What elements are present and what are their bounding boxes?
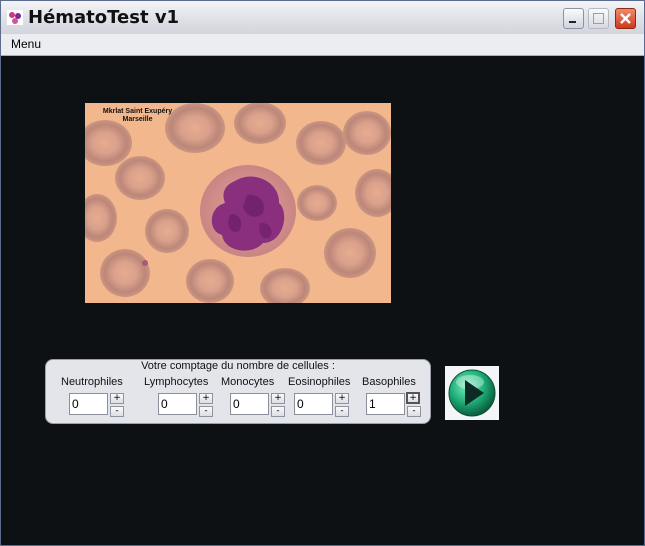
eosinophiles-field[interactable]: 0 (294, 393, 333, 415)
monocytes-minus-button[interactable]: - (271, 406, 285, 417)
basophiles-minus-button[interactable]: - (407, 406, 421, 417)
panel-title: Votre comptage du nombre de cellules : (141, 360, 335, 372)
maximize-button[interactable] (588, 8, 609, 29)
lymphocytes-label: Lymphocytes (144, 376, 209, 388)
play-icon (448, 369, 496, 417)
play-button[interactable] (445, 366, 499, 420)
minimize-icon (569, 21, 576, 23)
basophiles-label: Basophiles (362, 376, 416, 388)
image-watermark: Mkrlat Saint Exupéry Marseille (85, 108, 190, 124)
neutrophiles-field[interactable]: 0 (69, 393, 108, 415)
app-icon (7, 10, 23, 25)
monocytes-plus-button[interactable]: + (271, 393, 285, 404)
cell-count-panel: Votre comptage du nombre de cellules : N… (45, 359, 431, 424)
minimize-button[interactable] (563, 8, 584, 29)
eosinophiles-plus-button[interactable]: + (335, 393, 349, 404)
close-button[interactable] (615, 8, 636, 29)
close-icon (620, 13, 631, 24)
menu-bar: Menu (1, 34, 644, 56)
watermark-line-1: Mkrlat Saint Exupéry (102, 108, 173, 115)
neutrophiles-plus-button[interactable]: + (110, 393, 124, 404)
title-bar[interactable]: HématoTest v1 (1, 1, 644, 35)
neutrophiles-label: Neutrophiles (61, 376, 123, 388)
app-window: HématoTest v1 Menu Mkrlat Saint Exupéry … (0, 0, 645, 546)
basophiles-field[interactable]: 1 (366, 393, 405, 415)
eosinophiles-label: Eosinophiles (288, 376, 351, 388)
monocytes-label: Monocytes (221, 376, 275, 388)
menu-main[interactable]: Menu (11, 37, 41, 51)
monocytes-field[interactable]: 0 (230, 393, 269, 415)
lymphocytes-minus-button[interactable]: - (199, 406, 213, 417)
basophiles-plus-button[interactable]: + (406, 392, 420, 404)
lymphocytes-field[interactable]: 0 (158, 393, 197, 415)
maximize-icon (593, 13, 604, 24)
watermark-line-2: Marseille (122, 116, 153, 123)
lymphocytes-plus-button[interactable]: + (199, 393, 213, 404)
eosinophiles-minus-button[interactable]: - (335, 406, 349, 417)
window-title: HématoTest v1 (28, 7, 180, 28)
blood-smear-image: Mkrlat Saint Exupéry Marseille (85, 103, 391, 303)
neutrophiles-minus-button[interactable]: - (110, 406, 124, 417)
